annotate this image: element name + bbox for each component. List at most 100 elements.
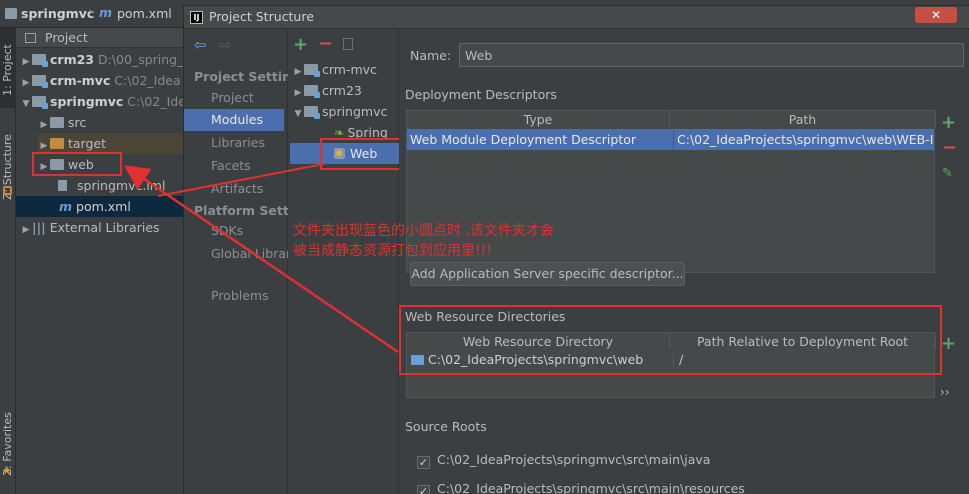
source-root-item[interactable]: ✓ C:\02_IdeaProjects\springmvc\src\main\r… <box>417 481 745 494</box>
tree-item-path: D:\00_spring_ <box>97 52 184 67</box>
add-server-descriptor-button[interactable]: Add Application Server specific descript… <box>410 262 685 286</box>
tree-item-src[interactable]: ▶ src <box>38 112 87 133</box>
tree-item-path: C:\02_Ide <box>127 94 186 109</box>
settings-nav: ⇦ ⇨ Project Settings Project Modules Lib… <box>184 30 318 494</box>
dialog-title-bar: IJ Project Structure ✕ <box>184 6 969 29</box>
dialog-title: Project Structure <box>209 9 314 24</box>
web-resource-highlight <box>399 305 942 375</box>
nav-item-libraries[interactable]: Libraries <box>184 132 284 154</box>
add-icon[interactable]: + <box>293 34 308 55</box>
tree-item-springmvc[interactable]: ▼ springmvc C:\02_Ide <box>20 91 186 112</box>
name-label: Name: <box>410 48 452 63</box>
source-root-path: C:\02_IdeaProjects\springmvc\src\main\ja… <box>437 452 711 467</box>
tree-item-path: C:\02_Idea <box>114 73 181 88</box>
tree-item-crm-mvc[interactable]: ▶ crm-mvc C:\02_Idea <box>20 70 181 91</box>
source-roots-title: Source Roots <box>405 419 487 434</box>
project-panel: Project ▶ crm23 D:\00_spring_ ▶ crm-mvc C:… <box>16 28 186 494</box>
project-view-icon <box>25 33 36 43</box>
web-folder-highlight <box>32 152 122 176</box>
favorites-star-icon: ★ <box>2 464 12 477</box>
module-folder-icon <box>32 54 48 67</box>
tree-item-label: pom.xml <box>76 199 131 214</box>
more-icon[interactable]: ›› <box>940 385 950 399</box>
breadcrumb-project[interactable]: springmvc <box>21 6 94 21</box>
copy-icon[interactable] <box>343 38 353 50</box>
excluded-folder-icon <box>50 138 64 149</box>
project-panel-header: Project <box>16 28 183 48</box>
tree-item-label: springmvc <box>50 94 124 109</box>
module-label: crm23 <box>322 83 362 98</box>
maven-m-icon: m <box>99 5 113 20</box>
tree-item-crm23[interactable]: ▶ crm23 D:\00_spring_ <box>20 49 183 70</box>
nav-item-problems[interactable]: Problems <box>184 285 284 307</box>
module-label: crm-mvc <box>322 62 377 77</box>
remove-icon[interactable]: − <box>318 33 333 54</box>
facet-content-panel: Name: Deployment Descriptors Type Path W… <box>399 30 969 494</box>
deployment-descriptors-title: Deployment Descriptors <box>405 87 557 102</box>
nav-item-modules[interactable]: Modules <box>184 109 284 131</box>
nav-item-artifacts[interactable]: Artifacts <box>184 178 284 200</box>
annotation-text: 文件夹出现蓝色的小圆点时 ,该文件夹才会 被当成静态资源打包到应用里!!! <box>293 221 554 261</box>
left-tool-strip: 1: Project Z: Structure 2: Favorites ★ <box>0 28 16 494</box>
collapse-arrow-icon[interactable]: ▼ <box>20 94 32 115</box>
breadcrumb-file[interactable]: pom.xml <box>117 6 172 21</box>
tree-item-target[interactable]: ▶ target <box>38 133 183 154</box>
annotation-line-2: 被当成静态资源打包到应用里!!! <box>293 243 492 259</box>
tree-item-external-libraries[interactable]: ▶ ||| External Libraries <box>20 217 160 238</box>
source-root-item[interactable]: ✓ C:\02_IdeaProjects\springmvc\src\main\j… <box>417 452 710 469</box>
edit-pencil-icon[interactable]: ✎ <box>942 166 953 181</box>
folder-icon <box>50 117 64 128</box>
module-springmvc[interactable]: ▼ springmvc <box>292 101 387 122</box>
module-crm-mvc[interactable]: ▶ crm-mvc <box>292 59 377 80</box>
close-button[interactable]: ✕ <box>915 7 957 23</box>
nav-item-sdks[interactable]: SDKs <box>184 220 284 242</box>
remove-descriptor-icon[interactable]: − <box>942 137 957 158</box>
tree-item-pom-xml[interactable]: m pom.xml <box>16 196 183 217</box>
iml-file-icon <box>58 180 67 191</box>
tree-item-label: springmvc.iml <box>77 178 166 193</box>
column-header-type[interactable]: Type <box>407 111 670 128</box>
module-folder-icon <box>32 96 48 109</box>
forward-arrow-icon[interactable]: ⇨ <box>219 36 232 54</box>
collapse-arrow-icon[interactable]: ▼ <box>292 104 304 125</box>
modules-tree-panel: + − ▶ crm-mvc ▶ crm23 ▼ springmvc ❧ Spring W… <box>288 30 403 494</box>
maven-m-icon: m <box>59 199 73 214</box>
nav-item-project[interactable]: Project <box>184 87 284 109</box>
structure-icon <box>3 186 12 195</box>
name-input[interactable] <box>459 43 964 67</box>
module-folder-icon <box>304 85 320 98</box>
tree-item-label: crm-mvc <box>50 73 111 88</box>
nav-item-global-libraries[interactable]: Global Libraries <box>184 243 309 265</box>
column-header-path[interactable]: Path <box>670 111 936 128</box>
source-root-checkbox[interactable]: ✓ <box>417 456 430 469</box>
tree-item-label: src <box>68 115 87 130</box>
tree-item-label: External Libraries <box>49 220 160 235</box>
project-panel-title: Project <box>45 30 88 45</box>
nav-item-facets[interactable]: Facets <box>184 155 284 177</box>
ide-breadcrumb-bar: springmvc › m pom.xml <box>0 0 183 28</box>
intellij-logo-icon: IJ <box>190 11 203 24</box>
libraries-icon: ||| <box>32 220 46 235</box>
descriptor-type-cell: Web Module Deployment Descriptor <box>410 132 637 147</box>
web-facet-highlight <box>320 138 403 170</box>
breadcrumb-separator-icon: › <box>88 4 94 20</box>
tree-item-label: target <box>68 136 107 151</box>
source-root-path: C:\02_IdeaProjects\springmvc\src\main\re… <box>437 481 745 494</box>
module-label: springmvc <box>322 104 388 119</box>
expand-arrow-icon[interactable]: ▶ <box>20 220 32 241</box>
project-tool-tab-label: 1: Project <box>1 44 14 96</box>
descriptor-path-cell: C:\02_IdeaProjects\springmvc\web\WEB-INF <box>673 129 934 150</box>
tree-item-springmvc-iml[interactable]: springmvc.iml <box>58 175 165 196</box>
module-folder-icon <box>32 75 48 88</box>
add-resource-icon[interactable]: + <box>941 333 956 354</box>
project-module-icon <box>5 8 17 19</box>
module-folder-icon <box>304 64 320 77</box>
annotation-line-1: 文件夹出现蓝色的小圆点时 ,该文件夹才会 <box>293 223 554 239</box>
back-arrow-icon[interactable]: ⇦ <box>194 36 207 54</box>
module-crm23[interactable]: ▶ crm23 <box>292 80 362 101</box>
tree-item-label: crm23 <box>50 52 94 67</box>
source-root-checkbox[interactable]: ✓ <box>417 485 430 494</box>
add-descriptor-icon[interactable]: + <box>941 112 956 133</box>
table-row[interactable]: Web Module Deployment Descriptor C:\02_I… <box>407 129 934 150</box>
module-folder-icon <box>304 106 320 119</box>
